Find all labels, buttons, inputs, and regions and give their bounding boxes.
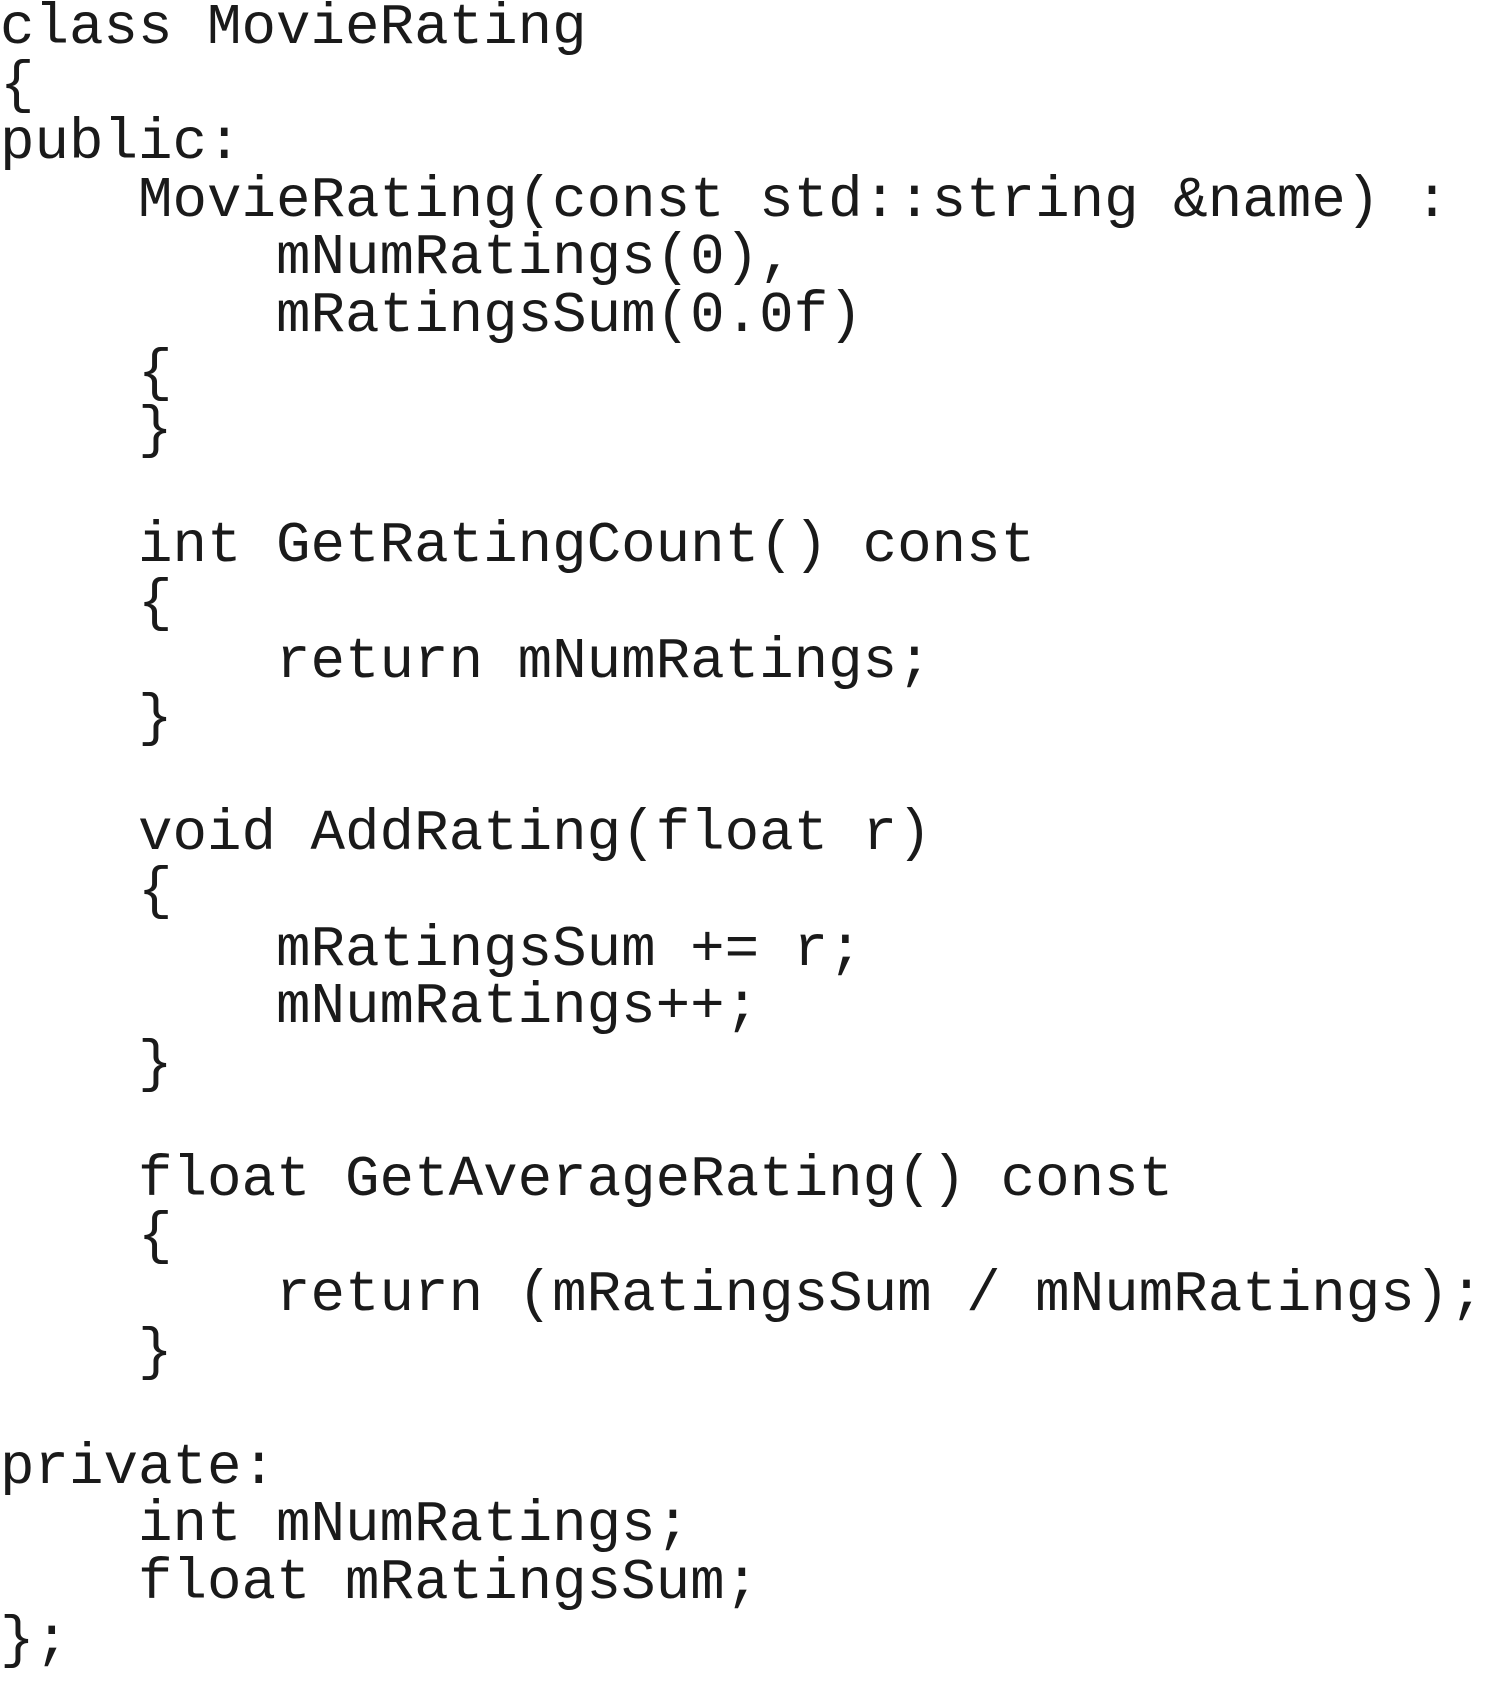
code-line-return-average: return (mRatingsSum / mNumRatings); xyxy=(0,1263,1484,1329)
code-line-get-average-open-brace: { xyxy=(0,1205,173,1271)
code-line-private-specifier: private: xyxy=(0,1435,277,1501)
code-line-return-num-ratings: return mNumRatings; xyxy=(0,629,932,695)
code-line-get-rating-count-open-brace: { xyxy=(0,571,173,637)
code-line-init-ratings-sum: mRatingsSum(0.0f) xyxy=(0,283,863,349)
code-line-class-open-brace: { xyxy=(0,53,35,119)
code-line-add-rating: void AddRating(float r) xyxy=(0,802,932,868)
code-line-member-ratings-sum: float mRatingsSum; xyxy=(0,1551,760,1617)
code-line-member-num-ratings: int mNumRatings; xyxy=(0,1493,691,1559)
code-line-get-average-rating: float GetAverageRating() const xyxy=(0,1147,1174,1213)
code-line-class-declaration: class MovieRating xyxy=(0,0,587,61)
code-line-sum-accumulate: mRatingsSum += r; xyxy=(0,917,863,983)
code-line-get-rating-count: int GetRatingCount() const xyxy=(0,514,1036,580)
code-line-get-rating-count-close-brace: } xyxy=(0,687,173,753)
code-line-add-rating-open-brace: { xyxy=(0,859,173,925)
code-line-init-num-ratings: mNumRatings(0), xyxy=(0,226,794,292)
code-line-constructor: MovieRating(const std::string &name) : xyxy=(0,168,1450,234)
code-line-get-average-close-brace: } xyxy=(0,1320,173,1386)
code-line-class-close: }; xyxy=(0,1608,70,1674)
code-line-add-rating-close-brace: } xyxy=(0,1032,173,1098)
code-listing: class MovieRating { public: MovieRating(… xyxy=(0,0,1492,1702)
code-line-public-specifier: public: xyxy=(0,111,242,177)
code-line-constructor-open-brace: { xyxy=(0,341,173,407)
code-line-count-increment: mNumRatings++; xyxy=(0,975,760,1041)
code-line-constructor-close-brace: } xyxy=(0,399,173,465)
